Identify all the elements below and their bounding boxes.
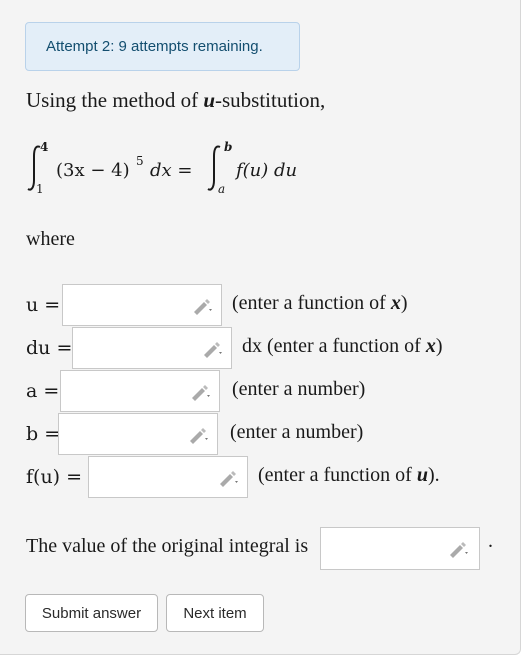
pencil-icon[interactable] — [217, 469, 239, 487]
attempt-banner: Attempt 2: 9 attempts remaining. — [25, 22, 300, 71]
question-panel: Attempt 2: 9 attempts remaining. Using t… — [0, 0, 521, 655]
field-hint-u: (enter a function of x) — [232, 292, 408, 314]
field-label-fu: f(u) = — [26, 466, 83, 488]
du-input[interactable] — [72, 327, 232, 369]
pencil-icon[interactable] — [191, 297, 213, 315]
b-input[interactable] — [58, 413, 218, 455]
next-item-button[interactable]: Next item — [166, 594, 264, 632]
field-label-du: du = — [26, 337, 73, 359]
integrand: (3x − 4) — [56, 160, 130, 181]
final-prompt: The value of the original integral is — [26, 535, 309, 557]
field-hint-du: dx (enter a function of x) — [242, 335, 443, 357]
rhs-integrand: f(u) du — [236, 160, 298, 181]
field-row-a: a = (enter a number) — [0, 370, 520, 414]
final-period: . — [488, 530, 493, 552]
pencil-icon[interactable] — [447, 540, 469, 558]
intro-suffix: -substitution, — [215, 88, 326, 112]
field-hint-a: (enter a number) — [232, 378, 366, 400]
field-row-u: u = (enter a function of x) — [0, 284, 520, 328]
pencil-icon[interactable] — [189, 383, 211, 401]
submit-answer-button[interactable]: Submit answer — [25, 594, 158, 632]
power: 5 — [136, 154, 144, 168]
field-hint-fu: (enter a function of u). — [258, 464, 440, 486]
field-row-b: b = (enter a number) — [0, 413, 520, 457]
intro-variable: u — [203, 88, 215, 112]
integral-value-input[interactable] — [320, 527, 480, 570]
u-input[interactable] — [62, 284, 222, 326]
lower-upper-limit: 4 — [40, 140, 49, 154]
rhs-lower-limit: a — [218, 182, 226, 196]
question-intro: Using the method of u-substitution, — [26, 88, 325, 113]
intro-prefix: Using the method of — [26, 88, 204, 112]
lower-limit: 1 — [36, 182, 44, 196]
pencil-icon[interactable] — [201, 340, 223, 358]
integral-equation: 4 1 (3x − 4) 5 dx = b a f(u) du — [26, 140, 326, 200]
field-label-u: u = — [26, 294, 61, 316]
field-row-du: du = dx (enter a function of x) — [0, 327, 520, 371]
rhs-upper-limit: b — [224, 140, 233, 154]
field-label-a: a = — [26, 380, 60, 402]
where-label: where — [26, 228, 75, 250]
field-hint-b: (enter a number) — [230, 421, 364, 443]
a-input[interactable] — [60, 370, 220, 412]
field-label-b: b = — [26, 423, 61, 445]
pencil-icon[interactable] — [187, 426, 209, 444]
fu-input[interactable] — [88, 456, 248, 498]
dx-equals: dx = — [150, 160, 193, 181]
field-row-fu: f(u) = (enter a function of u). — [0, 456, 520, 500]
